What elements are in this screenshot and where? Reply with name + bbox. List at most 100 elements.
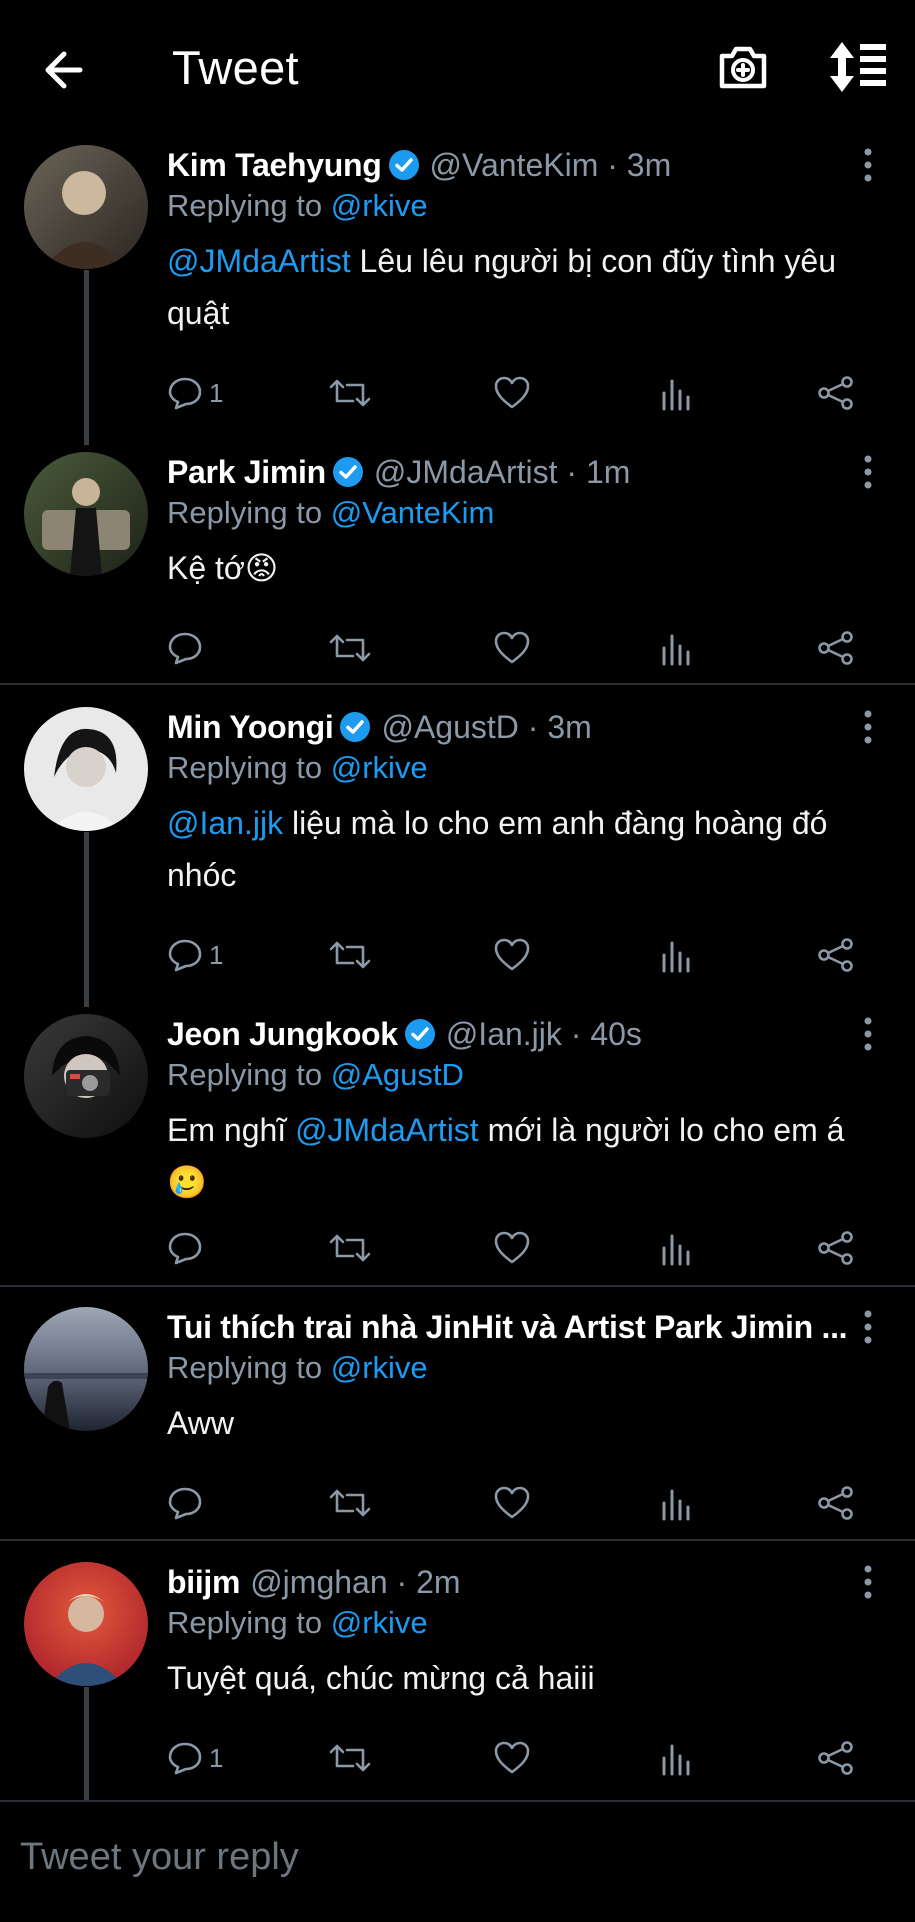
avatar[interactable] bbox=[24, 1307, 148, 1431]
more-options-icon[interactable] bbox=[861, 147, 875, 183]
mention-link[interactable]: @JMdaArtist bbox=[295, 1112, 479, 1148]
analytics-button[interactable] bbox=[661, 626, 691, 670]
analytics-button[interactable] bbox=[661, 933, 691, 977]
avatar[interactable] bbox=[24, 707, 148, 831]
reply-tweet[interactable]: biijm @jmghan · 2m Replying to @rkive Tu… bbox=[0, 1562, 915, 1800]
like-button[interactable] bbox=[493, 933, 531, 977]
reply-button[interactable]: 1 bbox=[167, 933, 223, 977]
tweet-actions: 1 bbox=[167, 1736, 867, 1780]
tweet-actions bbox=[167, 1226, 867, 1270]
retweet-button[interactable] bbox=[329, 1226, 371, 1270]
emoji: 😡 bbox=[244, 550, 279, 586]
author-name[interactable]: Jeon Jungkook bbox=[167, 1014, 398, 1054]
share-button[interactable] bbox=[817, 933, 855, 977]
share-icon bbox=[818, 631, 853, 665]
tweet-actions: 1 bbox=[167, 371, 867, 415]
replying-to-mention[interactable]: @VanteKim bbox=[331, 495, 495, 530]
reply-count: 1 bbox=[209, 1742, 224, 1773]
retweet-icon bbox=[329, 1744, 371, 1772]
analytics-icon bbox=[662, 1489, 690, 1521]
analytics-button[interactable] bbox=[661, 1481, 691, 1525]
share-button[interactable] bbox=[817, 1481, 855, 1525]
share-button[interactable] bbox=[817, 1736, 855, 1780]
more-options-icon[interactable] bbox=[861, 454, 875, 490]
thread-line bbox=[84, 832, 89, 1007]
share-button[interactable] bbox=[817, 371, 855, 415]
reply-tweet[interactable]: Park Jimin @JMdaArtist · 1m Replying to … bbox=[0, 452, 915, 682]
replying-to-mention[interactable]: @AgustD bbox=[331, 1057, 464, 1092]
reply-tweet[interactable]: Min Yoongi @AgustD · 3m Replying to @rki… bbox=[0, 707, 915, 1007]
analytics-icon bbox=[662, 1234, 690, 1266]
timestamp: 3m bbox=[547, 709, 592, 745]
avatar[interactable] bbox=[24, 145, 148, 269]
replying-to-mention[interactable]: @rkive bbox=[331, 1605, 428, 1640]
reply-input[interactable]: Tweet your reply bbox=[20, 1836, 299, 1879]
reply-button[interactable] bbox=[167, 626, 209, 670]
retweet-button[interactable] bbox=[329, 1736, 371, 1780]
verified-badge-icon bbox=[388, 149, 420, 181]
reply-button[interactable] bbox=[167, 1481, 209, 1525]
avatar[interactable] bbox=[24, 1562, 148, 1686]
reply-icon bbox=[168, 1232, 202, 1265]
author-handle[interactable]: @jmghan bbox=[250, 1562, 387, 1602]
retweet-button[interactable] bbox=[329, 933, 371, 977]
author-handle[interactable]: @VanteKim bbox=[430, 145, 599, 185]
reply-button[interactable] bbox=[167, 1226, 209, 1270]
reply-icon bbox=[168, 939, 202, 972]
sort-icon[interactable] bbox=[828, 40, 888, 94]
retweet-button[interactable] bbox=[329, 371, 371, 415]
reply-count: 1 bbox=[209, 377, 224, 408]
author-name[interactable]: Min Yoongi bbox=[167, 707, 334, 747]
tweet-text: @JMdaArtist Lêu lêu người bị con đũy tìn… bbox=[167, 243, 837, 331]
author-name[interactable]: Kim Taehyung bbox=[167, 145, 382, 185]
avatar[interactable] bbox=[24, 452, 148, 576]
author-handle[interactable]: @JMdaArtist bbox=[374, 452, 558, 492]
analytics-button[interactable] bbox=[661, 1226, 691, 1270]
share-button[interactable] bbox=[817, 1226, 855, 1270]
more-options-icon[interactable] bbox=[861, 1564, 875, 1600]
reply-button[interactable]: 1 bbox=[167, 371, 223, 415]
reply-tweet[interactable]: Kim Taehyung @VanteKim · 3m Replying to … bbox=[0, 145, 915, 445]
share-button[interactable] bbox=[817, 626, 855, 670]
heart-icon bbox=[494, 938, 530, 971]
replying-to-line: Replying to @rkive bbox=[167, 1605, 428, 1640]
reply-button[interactable]: 1 bbox=[167, 1736, 223, 1780]
mention-link[interactable]: @JMdaArtist bbox=[167, 243, 351, 279]
author-handle[interactable]: @AgustD bbox=[381, 707, 518, 747]
author-name[interactable]: Park Jimin bbox=[167, 452, 326, 492]
more-options-icon[interactable] bbox=[861, 1309, 875, 1345]
retweet-icon bbox=[329, 1234, 371, 1262]
retweet-button[interactable] bbox=[329, 626, 371, 670]
more-options-icon[interactable] bbox=[861, 1016, 875, 1052]
reply-tweet[interactable]: Tui thích trai nhà JinHit và Artist Park… bbox=[0, 1307, 915, 1537]
like-button[interactable] bbox=[493, 1481, 531, 1525]
avatar[interactable] bbox=[24, 1014, 148, 1138]
tweet-text: @Ian.jjk liệu mà lo cho em anh đàng hoàn… bbox=[167, 805, 828, 893]
analytics-icon bbox=[662, 634, 690, 666]
retweet-icon bbox=[329, 379, 371, 407]
retweet-icon bbox=[329, 941, 371, 969]
emoji: 🥲 bbox=[167, 1164, 207, 1200]
analytics-button[interactable] bbox=[661, 371, 691, 415]
reply-composer[interactable]: Tweet your reply bbox=[0, 1800, 915, 1922]
timestamp: 3m bbox=[626, 147, 672, 183]
author-name[interactable]: biijm bbox=[167, 1562, 240, 1602]
retweet-button[interactable] bbox=[329, 1481, 371, 1525]
like-button[interactable] bbox=[493, 1226, 531, 1270]
author-name[interactable]: Tui thích trai nhà JinHit và Artist Park… bbox=[167, 1307, 848, 1347]
author-handle[interactable]: @Ian.jjk bbox=[446, 1014, 562, 1054]
mention-link[interactable]: @Ian.jjk bbox=[167, 805, 283, 841]
like-button[interactable] bbox=[493, 371, 531, 415]
replying-to-mention[interactable]: @rkive bbox=[331, 188, 428, 223]
replying-to-mention[interactable]: @rkive bbox=[331, 1350, 428, 1385]
like-button[interactable] bbox=[493, 1736, 531, 1780]
camera-icon[interactable] bbox=[716, 40, 770, 94]
tweet-actions bbox=[167, 1481, 867, 1525]
divider bbox=[0, 1539, 915, 1541]
like-button[interactable] bbox=[493, 626, 531, 670]
reply-tweet[interactable]: Jeon Jungkook @Ian.jjk · 40s Replying to… bbox=[0, 1014, 915, 1274]
more-options-icon[interactable] bbox=[861, 709, 875, 745]
replying-to-mention[interactable]: @rkive bbox=[331, 750, 428, 785]
back-arrow-icon[interactable] bbox=[40, 42, 96, 98]
analytics-button[interactable] bbox=[661, 1736, 691, 1780]
